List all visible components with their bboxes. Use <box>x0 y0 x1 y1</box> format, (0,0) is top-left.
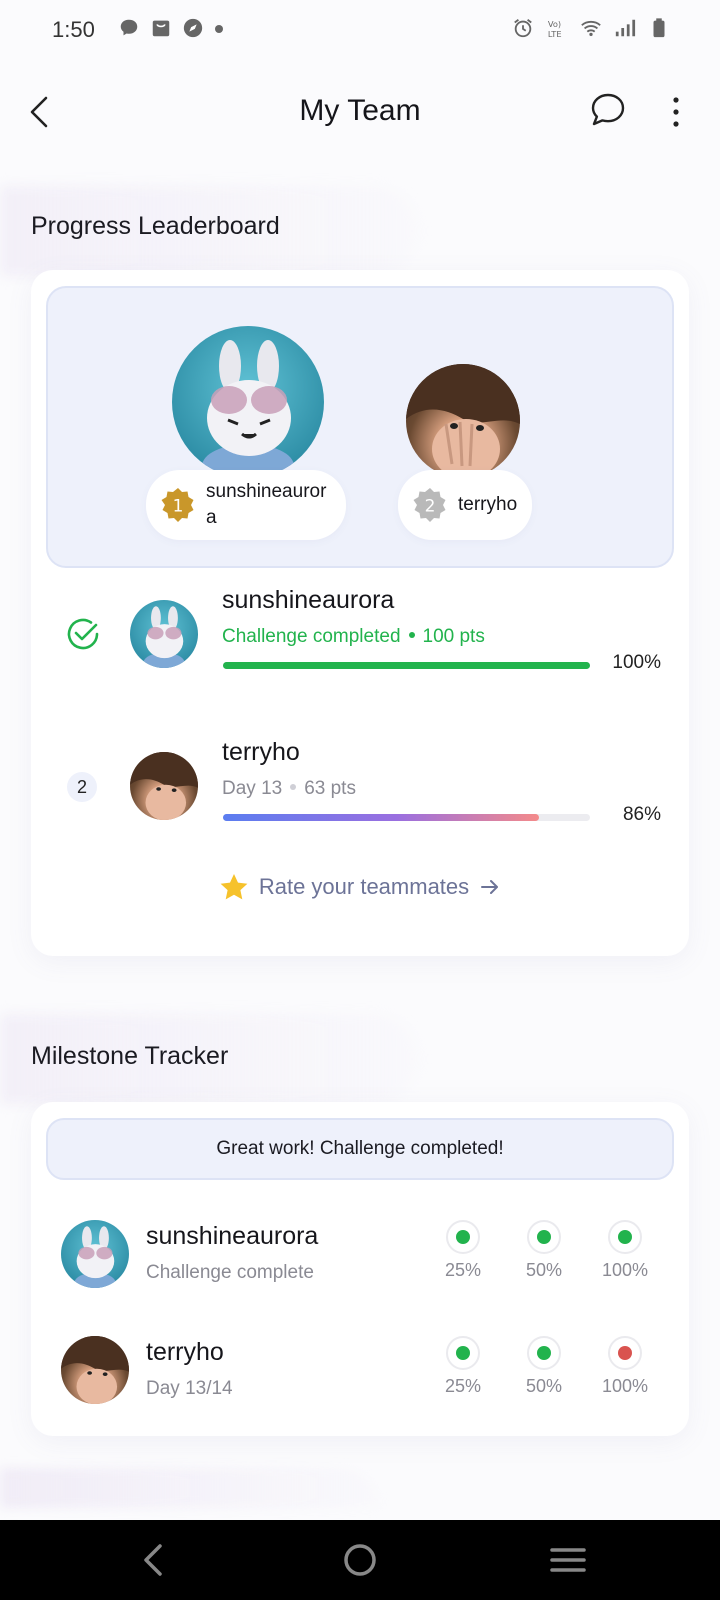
dot-icon <box>215 25 223 33</box>
battery-icon <box>653 18 665 38</box>
podium-pill-first[interactable]: 1 sunshineauror a <box>146 470 346 540</box>
svg-text:1: 1 <box>173 497 184 517</box>
milestone-title: Milestone Tracker <box>31 1042 229 1070</box>
progress-fill <box>223 814 539 821</box>
signal-icon <box>615 19 636 37</box>
more-vertical-icon[interactable] <box>662 92 690 132</box>
avatar <box>130 600 198 668</box>
volte-icon: Vo)LTE <box>548 19 562 39</box>
member-name: sunshineaurora <box>146 1222 319 1250</box>
milestone-dot <box>456 1230 470 1244</box>
progress-bar <box>223 662 590 669</box>
wifi-icon <box>581 20 601 37</box>
arrow-right-icon <box>481 880 499 894</box>
milestone-dot <box>618 1346 632 1360</box>
completion-banner: Great work! Challenge completed! <box>46 1118 674 1180</box>
leaderboard-row[interactable]: 2 terryho Day 13 63 pts 86% <box>31 738 689 868</box>
milestone-check: 100% <box>595 1336 655 1397</box>
milestone-check: 25% <box>433 1336 493 1397</box>
svg-text:Vo): Vo) <box>548 19 561 29</box>
progress-percent: 86% <box>622 804 661 825</box>
milestone-dot <box>537 1230 551 1244</box>
member-name: terryho <box>146 1338 224 1366</box>
bag-icon <box>152 20 170 37</box>
person-avatar-image <box>406 364 520 478</box>
leaderboard-card: 1 sunshineauror a 2 terryho sunshineauro… <box>31 270 689 956</box>
status-time: 1:50 <box>52 17 95 42</box>
compass-icon <box>183 18 203 38</box>
chat-bubble-icon[interactable] <box>588 90 628 130</box>
milestone-label: 100% <box>601 1260 649 1280</box>
podium-pill-second[interactable]: 2 terryho <box>398 470 532 540</box>
podium: 1 sunshineauror a 2 terryho <box>46 286 674 568</box>
milestone-check: 50% <box>514 1336 574 1397</box>
podium-name-first-wrap: a <box>206 507 217 528</box>
milestone-check: 25% <box>433 1220 493 1281</box>
milestone-row[interactable]: terryho Day 13/14 25% 50% 100% <box>31 1336 689 1436</box>
rate-teammates-link[interactable]: Rate your teammates <box>31 872 689 902</box>
avatar <box>61 1336 129 1404</box>
milestone-check: 100% <box>595 1220 655 1281</box>
milestone-label: 25% <box>444 1376 482 1396</box>
member-name: terryho <box>222 738 300 766</box>
section-glow <box>0 1468 380 1508</box>
svg-text:2: 2 <box>425 497 436 517</box>
rate-teammates-label: Rate your teammates <box>258 874 470 899</box>
milestone-dot <box>618 1230 632 1244</box>
member-status: Challenge completed 100 pts <box>222 626 485 647</box>
milestone-row[interactable]: sunshineaurora Challenge complete 25% 50… <box>31 1220 689 1320</box>
progress-percent: 100% <box>612 652 661 673</box>
svg-text:LTE: LTE <box>548 29 562 39</box>
milestone-label: 50% <box>525 1376 563 1396</box>
milestone-dot <box>456 1346 470 1360</box>
milestone-label: 100% <box>601 1376 649 1396</box>
milestone-label: 50% <box>525 1260 563 1280</box>
nav-back-icon[interactable] <box>132 1540 176 1580</box>
nav-recents-icon[interactable] <box>546 1540 590 1580</box>
podium-name-first: sunshineauror <box>206 481 327 502</box>
avatar <box>130 752 198 820</box>
silver-medal-icon: 2 <box>413 488 446 522</box>
leaderboard-title: Progress Leaderboard <box>31 212 280 240</box>
milestone-card: Great work! Challenge completed! sunshin… <box>31 1102 689 1436</box>
star-icon <box>220 874 248 900</box>
member-status: Challenge complete <box>146 1262 314 1283</box>
bunny-avatar-image <box>202 340 294 478</box>
messenger-icon <box>120 19 138 36</box>
member-status: Day 13/14 <box>146 1378 233 1399</box>
alarm-icon <box>514 19 532 38</box>
podium-avatar-first[interactable] <box>172 326 324 478</box>
podium-name-second: terryho <box>458 494 518 515</box>
progress-fill <box>223 662 590 669</box>
nav-home-icon[interactable] <box>338 1540 382 1580</box>
progress-bar <box>223 814 590 821</box>
milestone-dot <box>537 1346 551 1360</box>
app-header: My Team <box>0 70 720 154</box>
check-circle-icon <box>67 618 99 650</box>
leaderboard-row[interactable]: sunshineaurora Challenge completed 100 pt… <box>31 586 689 716</box>
system-nav-bar <box>0 1520 720 1600</box>
gold-medal-icon: 1 <box>161 488 194 522</box>
member-status: Day 13 63 pts <box>222 778 356 799</box>
avatar <box>61 1220 129 1288</box>
podium-avatar-second[interactable] <box>406 364 520 478</box>
member-name: sunshineaurora <box>222 586 395 614</box>
status-bar: 1:50 Vo) LTE <box>0 0 720 60</box>
milestone-label: 25% <box>444 1260 482 1280</box>
milestone-check: 50% <box>514 1220 574 1281</box>
rank-number: 2 <box>67 772 97 802</box>
